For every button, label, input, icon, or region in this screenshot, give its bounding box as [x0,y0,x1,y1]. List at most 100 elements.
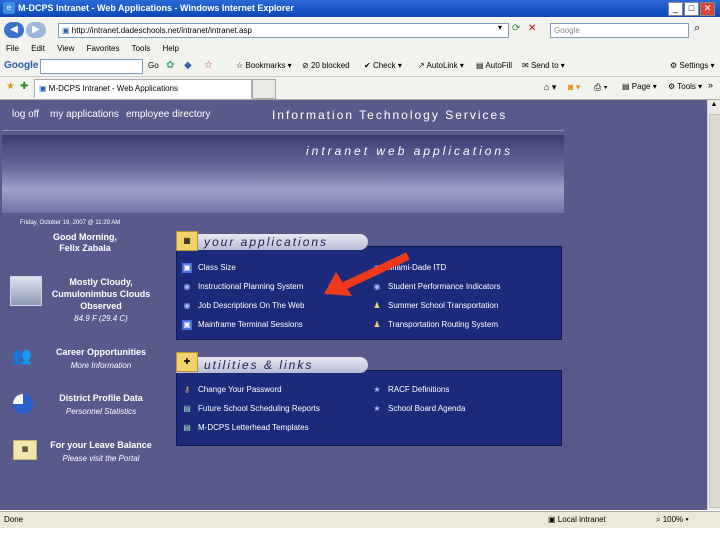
school-board-agenda-link[interactable]: ★ School Board Agenda [372,404,465,414]
people-icon: 👥 [12,348,32,365]
maximize-button[interactable]: □ [684,2,699,16]
security-zone: ▣ Local intranet [548,515,606,524]
google-go-button[interactable]: Go [148,61,159,70]
career-more-info-link[interactable]: More Information [44,361,158,370]
autofill-icon: ▤ [476,61,486,70]
leave-balance-text: For your Leave Balance [50,440,152,450]
summer-school-transport-link[interactable]: ♟ Summer School Transportation [372,301,498,311]
menu-file[interactable]: File [6,44,19,53]
bookmarks-icon: ☆ [236,61,246,70]
chevron-more-icon[interactable]: » [708,80,713,90]
sendto-button[interactable]: ✉ Send to ▾ [522,61,565,70]
banner-subtitle: intranet web applications [306,144,514,158]
datetime: Friday, October 19, 2007 @ 11:29 AM [20,220,121,226]
monitor-icon: ▣ [182,320,192,330]
search-icon[interactable]: ⌕ [694,22,700,35]
autofill-button[interactable]: ▤ AutoFill [476,61,512,70]
career-opportunities-link[interactable]: Career Opportunities [44,347,158,357]
popup-blocker-button[interactable]: ⊘ 20 blocked [302,61,350,70]
page-menu[interactable]: ▤ Page ▾ [622,82,657,91]
google-logo: Google [4,60,39,71]
bookmarks-button[interactable]: ☆ Bookmarks ▾ [236,61,292,70]
racf-definitions-link[interactable]: ★ RACF Definitions [372,385,449,395]
address-url: http://intranet.dadeschools.net/intranet… [71,26,252,35]
weather-temp: 84.9 F (29.4 C) [74,314,128,323]
visit-portal-link[interactable]: Please visit the Portal [44,454,158,463]
stop-icon[interactable]: ✕ [528,23,536,34]
close-button[interactable]: ✕ [700,2,715,16]
user-name: Felix Zabala [59,243,111,253]
menu-edit[interactable]: Edit [31,44,45,53]
class-size-link[interactable]: ▣ Class Size [182,263,236,273]
autolink-button[interactable]: ↗ AutoLink ▾ [418,61,464,70]
menu-tools[interactable]: Tools [132,44,151,53]
logoff-link[interactable]: log off [12,109,39,120]
utilities-heading: utilities & links [176,357,368,373]
scroll-thumb[interactable] [709,114,720,508]
tools-menu[interactable]: ⚙ Tools ▾ [668,82,702,91]
folder-apps-icon: ▦ [176,231,198,251]
print-icon[interactable]: ⎙ ▾ [594,82,607,93]
back-icon[interactable]: ◀ [4,22,24,38]
abc-check-icon: ✔ [364,61,373,70]
employee-directory-link[interactable]: employee directory [126,109,210,120]
star-icon: ★ [373,404,381,413]
menu-view[interactable]: View [57,44,74,53]
forward-icon[interactable]: ▶ [26,22,46,38]
zoom-level[interactable]: ⌕ 100% ▾ [656,515,689,525]
globe-icon: ◉ [183,282,191,291]
arrow-shaft [342,252,410,290]
key-icon: ⚷ [184,385,190,394]
favorites-star-icon[interactable]: ★ [6,81,15,92]
mainframe-sessions-link[interactable]: ▣ Mainframe Terminal Sessions [182,320,303,330]
document-icon: ▤ [183,423,191,432]
google-toolbar: Google Go ✿ ◆ ☆ ☆ Bookmarks ▾ ⊘ 20 block… [0,56,720,77]
scroll-up-icon[interactable]: ▲ [709,101,719,111]
address-input[interactable]: ▣ http://intranet.dadeschools.net/intran… [58,23,509,38]
my-applications-link[interactable]: my applications [50,109,119,120]
job-descriptions-link[interactable]: ◉ Job Descriptions On The Web [182,301,305,311]
folder-utilities-icon: ✚ [176,352,198,372]
district-profile-link[interactable]: District Profile Data [44,393,158,403]
zoom-icon: ⌕ [656,515,663,524]
weather-cloud-icon [10,276,42,306]
ie-app-icon: e [3,2,15,14]
greeting: Good Morning, [53,232,117,242]
sendto-icon: ✉ [522,61,531,70]
future-scheduling-link[interactable]: ▤ Future School Scheduling Reports [182,404,320,414]
search-input[interactable]: Google [550,23,689,38]
feeds-icon[interactable]: ◙ ▾ [568,82,580,93]
address-dropdown-icon[interactable]: ▾ [498,23,508,37]
vertical-scrollbar[interactable]: ▲ [707,100,720,510]
page-icon: ▣ [62,26,72,35]
calendar-icon: ▦ [13,440,37,460]
status-bar: Done ▣ Local intranet ⌕ 100% ▾ [0,511,720,528]
letterhead-templates-link[interactable]: ▤ M-DCPS Letterhead Templates [182,423,308,433]
menu-help[interactable]: Help [163,44,179,53]
add-favorites-icon[interactable]: ✚ [20,81,28,92]
new-tab-button[interactable] [252,79,276,99]
spellcheck-button[interactable]: ✔ Check ▾ [364,61,402,70]
home-icon[interactable]: ⌂ ▾ [544,82,556,93]
applications-heading: your applications [176,234,368,250]
popup-blocked-icon: ⊘ [302,61,311,70]
google-search-input[interactable] [40,59,143,74]
instructional-planning-link[interactable]: ◉ Instructional Planning System [182,282,304,292]
google-settings-button[interactable]: ⚙ Settings ▾ [670,61,715,70]
shield-icon[interactable]: ◆ [184,60,192,71]
menu-favorites[interactable]: Favorites [87,44,120,53]
red-arrow-annotation [324,252,410,296]
tab-page-icon: ▣ [39,84,49,93]
pagerank-icon[interactable]: ✿ [166,60,174,71]
menu-bar: File Edit View Favorites Tools Help [0,42,720,56]
person-icon: ♟ [373,320,381,329]
status-text: Done [4,515,24,524]
document-icon: ▤ [183,404,191,413]
change-password-link[interactable]: ⚷ Change Your Password [182,385,282,395]
refresh-icon[interactable]: ⟳ [512,23,520,34]
personnel-statistics-link[interactable]: Personnel Statistics [44,407,158,416]
minimize-button[interactable]: _ [668,2,683,16]
bookmark-star-icon[interactable]: ☆ [204,60,213,71]
tab-intranet[interactable]: ▣ M-DCPS Intranet - Web Applications [34,79,252,98]
transport-routing-link[interactable]: ♟ Transportation Routing System [372,320,498,330]
